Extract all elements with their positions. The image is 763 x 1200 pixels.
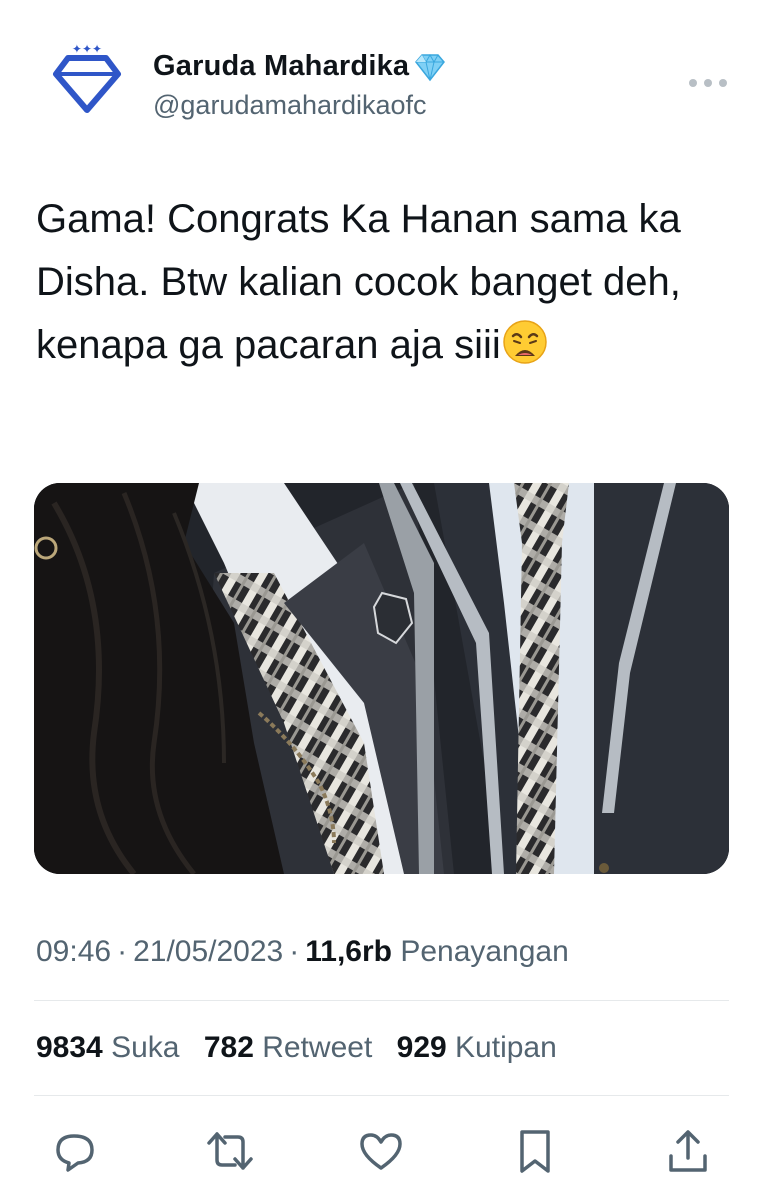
name-row: Garuda Mahardika: [153, 50, 447, 83]
tweet-text: Gama! Congrats Ka Hanan sama ka Disha. B…: [36, 188, 736, 377]
action-bar: [0, 1122, 763, 1182]
quotes-label: Kutipan: [455, 1031, 557, 1064]
bookmark-icon[interactable]: [510, 1126, 560, 1176]
like-icon[interactable]: [356, 1126, 406, 1176]
divider: [34, 1095, 729, 1096]
retweet-icon[interactable]: [205, 1126, 255, 1176]
likes-stat[interactable]: 9834 Suka: [36, 1031, 179, 1064]
tweet-time[interactable]: 09:46: [36, 935, 111, 968]
handle[interactable]: @garudamahardikaofc: [153, 90, 427, 121]
tweet-body: Gama! Congrats Ka Hanan sama ka Disha. B…: [36, 197, 681, 367]
tweet-header: ✦✦✦ Garuda Mahardika @garudamahardikaofc: [0, 0, 763, 140]
likes-count: 9834: [36, 1031, 103, 1064]
weary-face-emoji-icon: [502, 319, 548, 365]
diamond-logo-icon: ✦✦✦: [53, 42, 121, 113]
display-name[interactable]: Garuda Mahardika: [153, 50, 409, 83]
retweets-stat[interactable]: 782 Retweet: [204, 1031, 372, 1064]
tweet-date[interactable]: 21/05/2023: [133, 935, 283, 968]
blue-diamond-emoji-icon: [415, 53, 446, 81]
share-icon[interactable]: [663, 1126, 713, 1176]
views-label: Penayangan: [400, 935, 569, 968]
svg-text:✦✦✦: ✦✦✦: [72, 42, 102, 56]
tweet-meta: 09:46 · 21/05/2023 · 11,6rb Penayangan: [36, 935, 569, 969]
reply-icon[interactable]: [50, 1126, 100, 1176]
photo-image: [34, 483, 729, 874]
more-options-icon[interactable]: [685, 70, 731, 96]
tweet-stats: 9834 Suka 782 Retweet 929 Kutipan: [36, 1031, 573, 1065]
views-count: 11,6rb: [305, 935, 392, 968]
quotes-stat[interactable]: 929 Kutipan: [397, 1031, 557, 1064]
likes-label: Suka: [111, 1031, 180, 1064]
divider: [34, 1000, 729, 1001]
retweets-label: Retweet: [262, 1031, 373, 1064]
quotes-count: 929: [396, 1031, 447, 1064]
retweets-count: 782: [203, 1031, 254, 1064]
meta-separator: ·: [117, 935, 128, 968]
avatar[interactable]: ✦✦✦: [42, 38, 132, 128]
meta-separator: ·: [289, 935, 300, 968]
tweet-media-photo[interactable]: [34, 483, 729, 874]
